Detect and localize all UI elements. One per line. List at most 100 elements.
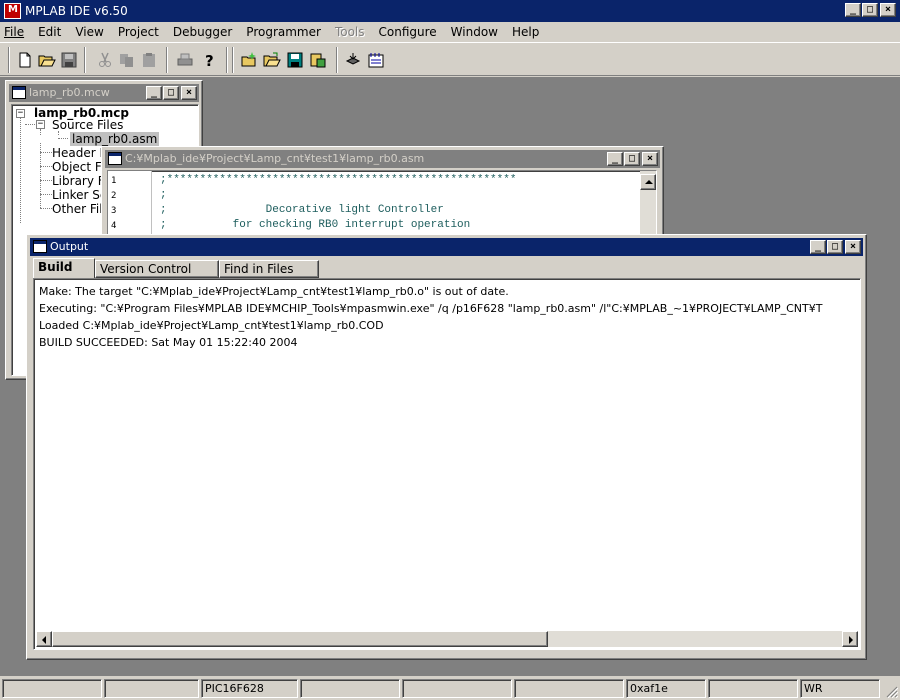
app-title-bar[interactable]: MPLAB IDE v6.50 _ □ × [0, 0, 900, 22]
tree-folder-library-files[interactable]: Library Fi [52, 174, 107, 188]
status-pane-4 [300, 679, 400, 698]
window-icon [33, 240, 47, 253]
scroll-thumb[interactable] [52, 631, 548, 647]
build-all-button[interactable] [365, 50, 387, 70]
tab-build[interactable]: Build [33, 258, 95, 279]
tree-folder-linker-scripts[interactable]: Linker Sc [52, 188, 107, 202]
menu-tools[interactable]: Tools [335, 25, 365, 39]
toolbar-grip[interactable] [8, 47, 10, 73]
menu-configure[interactable]: Configure [379, 25, 437, 39]
output-line: Loaded C:¥Mplab_ide¥Project¥Lamp_cnt¥tes… [39, 319, 384, 332]
save-project-icon [287, 52, 303, 68]
build-project-button[interactable] [307, 50, 329, 70]
status-device: PIC16F628 [201, 679, 298, 698]
maximize-button[interactable]: □ [827, 240, 843, 254]
output-window-title-bar[interactable]: Output _ □ × [30, 238, 863, 256]
menu-debugger[interactable]: Debugger [173, 25, 232, 39]
menu-edit[interactable]: Edit [38, 25, 61, 39]
vertical-scrollbar[interactable] [640, 171, 656, 239]
collapse-icon[interactable]: − [36, 120, 45, 129]
menu-file[interactable]: File [4, 25, 24, 39]
menu-project[interactable]: Project [118, 25, 159, 39]
output-window[interactable]: Output _ □ × Build Version Control Find … [26, 234, 867, 660]
code-line[interactable]: ; Decorative light Controller [160, 204, 444, 216]
status-pane-2 [104, 679, 199, 698]
print-icon [177, 53, 193, 66]
tree-folder-header-files[interactable]: Header F [52, 146, 106, 160]
copy-button[interactable] [116, 50, 138, 70]
cut-button[interactable] [94, 50, 116, 70]
make-icon [345, 53, 361, 65]
workspace-window-title: lamp_rb0.mcw [29, 86, 110, 99]
line-number: 1 [111, 176, 117, 186]
toolbar-separator [84, 47, 86, 73]
status-pane-5 [402, 679, 512, 698]
toolbar-grip[interactable] [232, 47, 234, 73]
menu-view[interactable]: View [75, 25, 103, 39]
maximize-button[interactable]: □ [163, 86, 179, 100]
code-line[interactable]: ; for checking RB0 interrupt operation [160, 219, 470, 231]
tree-file-lamp-rb0-asm[interactable]: lamp_rb0.asm [70, 132, 160, 146]
output-line: Make: The target "C:¥Mplab_ide¥Project¥L… [39, 285, 509, 298]
scroll-up-button[interactable] [640, 174, 656, 190]
make-button[interactable] [342, 50, 364, 70]
close-button[interactable]: × [642, 152, 658, 166]
close-button[interactable]: × [845, 240, 861, 254]
save-project-button[interactable] [284, 50, 306, 70]
scroll-left-button[interactable] [36, 631, 52, 647]
tree-folder-source-files[interactable]: Source Files [52, 118, 123, 132]
code-line[interactable]: ; [160, 189, 167, 201]
close-button[interactable]: × [880, 3, 896, 17]
mdi-workspace: lamp_rb0.mcw _ □ × − lamp_rb0.mcp − Sour… [0, 77, 900, 676]
save-button[interactable] [58, 50, 80, 70]
minimize-button[interactable]: _ [845, 3, 861, 17]
toolbar-separator [226, 47, 228, 73]
menu-help[interactable]: Help [512, 25, 539, 39]
horizontal-scrollbar[interactable] [36, 631, 858, 647]
paste-button[interactable] [138, 50, 160, 70]
build-output-pane[interactable]: Make: The target "C:¥Mplab_ide¥Project¥L… [33, 278, 861, 650]
resize-grip-icon[interactable] [886, 686, 899, 699]
editor-window[interactable]: C:¥Mplab_ide¥Project¥Lamp_cnt¥test1¥lamp… [101, 146, 664, 246]
new-file-button[interactable] [14, 50, 36, 70]
tab-find-in-files[interactable]: Find in Files [219, 260, 319, 278]
scroll-right-button[interactable] [842, 631, 858, 647]
new-project-button[interactable] [238, 50, 260, 70]
close-button[interactable]: × [181, 86, 197, 100]
new-file-icon [19, 52, 31, 68]
line-number: 3 [111, 206, 117, 216]
toolbar-separator [166, 47, 168, 73]
open-project-icon [263, 52, 281, 67]
collapse-icon[interactable]: − [16, 109, 25, 118]
tree-folder-object-files[interactable]: Object Fi [52, 160, 104, 174]
arrow-left-icon [42, 636, 46, 644]
code-line[interactable]: ;***************************************… [160, 174, 516, 186]
mplab-logo-icon[interactable] [4, 3, 21, 19]
help-button[interactable]: ? [198, 50, 220, 70]
open-file-icon [38, 55, 56, 67]
build-all-icon [368, 53, 384, 68]
minimize-button[interactable]: _ [146, 86, 162, 100]
status-pane-6 [514, 679, 624, 698]
print-button[interactable] [174, 50, 196, 70]
tab-version-control[interactable]: Version Control [95, 260, 219, 278]
open-file-button[interactable] [36, 50, 58, 70]
editor-window-title: C:¥Mplab_ide¥Project¥Lamp_cnt¥test1¥lamp… [125, 152, 425, 165]
workspace-window-title-bar[interactable]: lamp_rb0.mcw _ □ × [9, 84, 199, 102]
status-mode: WR [800, 679, 880, 698]
help-icon: ? [205, 52, 214, 70]
maximize-button[interactable]: □ [862, 3, 878, 17]
status-pane-1 [2, 679, 102, 698]
menu-programmer[interactable]: Programmer [246, 25, 321, 39]
svg-text:?: ? [205, 52, 214, 69]
minimize-button[interactable]: _ [607, 152, 623, 166]
minimize-button[interactable]: _ [810, 240, 826, 254]
window-icon [12, 86, 26, 99]
paste-icon [143, 53, 155, 67]
editor-window-title-bar[interactable]: C:¥Mplab_ide¥Project¥Lamp_cnt¥test1¥lamp… [105, 150, 660, 168]
open-project-button[interactable] [261, 50, 283, 70]
maximize-button[interactable]: □ [624, 152, 640, 166]
status-pane-8 [708, 679, 798, 698]
code-editor[interactable]: 1 2 3 4 ;*******************************… [107, 170, 657, 240]
menu-window[interactable]: Window [451, 25, 498, 39]
